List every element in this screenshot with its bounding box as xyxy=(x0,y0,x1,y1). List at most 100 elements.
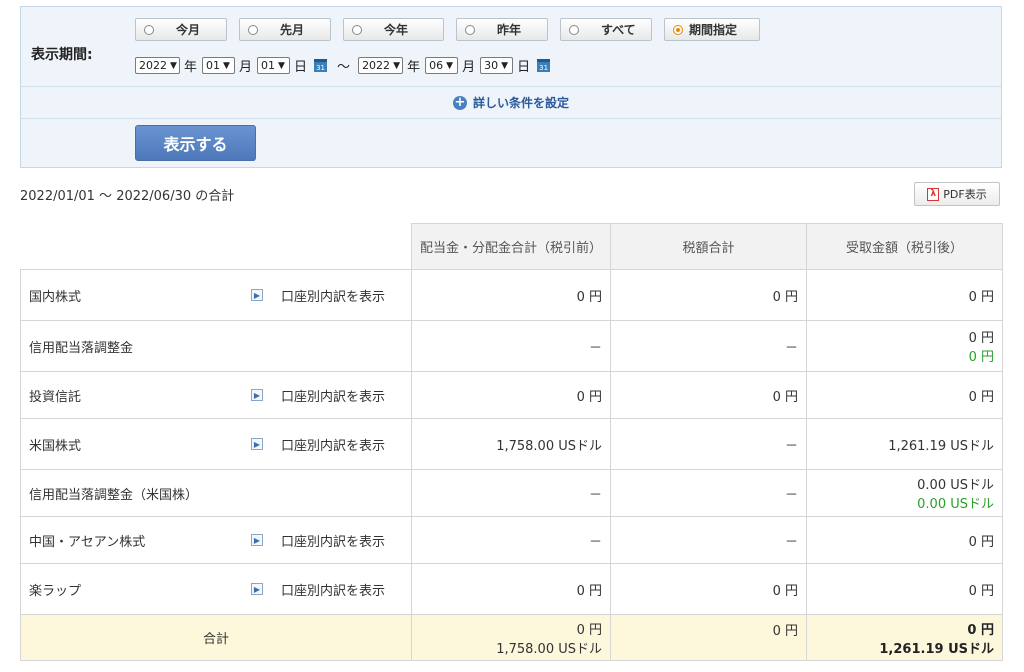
unit-day: 日 xyxy=(517,60,531,75)
table-row: 楽ラップ ▶ 口座別内訳を表示 0 円 0 円 0 円 xyxy=(20,563,1003,615)
expand-icon: ▶ xyxy=(251,289,263,301)
filter-panel: 表示期間: 今月 先月 今年 昨年 すべて 期間指定 2022 ▼ 年 01 ▼ 月… xyxy=(20,6,1002,168)
row-name: 国内株式 xyxy=(29,289,82,305)
from-day-select[interactable]: 01 ▼ xyxy=(257,57,291,74)
radio-label: すべて xyxy=(601,23,636,37)
radio-last-year[interactable]: 昨年 xyxy=(456,18,548,41)
account-breakdown-toggle[interactable]: ▶ 口座別内訳を表示 xyxy=(251,435,403,454)
detail-conditions-label: 詳しい条件を設定 xyxy=(472,96,569,110)
select-value: 01 xyxy=(206,59,221,72)
cell-tax: － xyxy=(610,418,807,470)
from-month-select[interactable]: 01 ▼ xyxy=(202,57,236,74)
cell-received: 0 円 xyxy=(806,516,1003,564)
radio-label: 今月 xyxy=(176,23,201,37)
total-pretax-yen: 0 円 xyxy=(576,622,602,638)
header-tax: 税額合計 xyxy=(610,223,807,270)
account-breakdown-toggle[interactable]: ▶ 口座別内訳を表示 xyxy=(251,531,403,550)
to-day-select[interactable]: 30 ▼ xyxy=(480,57,514,74)
to-year-select[interactable]: 2022 ▼ xyxy=(358,57,404,74)
account-breakdown-toggle[interactable]: ▶ 口座別内訳を表示 xyxy=(251,286,403,305)
calendar-icon[interactable]: 31 xyxy=(537,59,551,72)
radio-all[interactable]: すべて xyxy=(560,18,652,41)
table-row: 信用配当落調整金（米国株） － － 0.00 USドル 0.00 USドル xyxy=(20,469,1003,517)
row-name: 楽ラップ xyxy=(29,583,82,599)
cell-tax: 0 円 xyxy=(610,269,807,321)
radio-checked-icon xyxy=(673,24,683,35)
pdf-button[interactable]: λ PDF表示 xyxy=(914,182,1000,206)
total-pretax: 0 円 1,758.00 USドル xyxy=(411,614,611,661)
from-year-select[interactable]: 2022 ▼ xyxy=(135,57,180,74)
radio-custom-period[interactable]: 期間指定 xyxy=(664,18,760,41)
plus-circle-icon: + xyxy=(452,95,467,110)
received-adjust-value: 0 円 xyxy=(968,350,994,365)
expand-icon: ▶ xyxy=(251,438,263,450)
radio-last-month[interactable]: 先月 xyxy=(239,18,331,41)
toggle-label: 口座別内訳を表示 xyxy=(281,389,386,405)
pdf-icon: λ xyxy=(927,187,940,201)
cell-received: 0 円0 円 xyxy=(806,320,1003,372)
account-breakdown-toggle[interactable]: ▶ 口座別内訳を表示 xyxy=(251,386,403,405)
account-breakdown-toggle[interactable]: ▶ 口座別内訳を表示 xyxy=(251,580,403,599)
period-label: 表示期間: xyxy=(31,47,93,63)
cell-pretax: 1,758.00 USドル xyxy=(411,418,611,470)
radio-circle-icon xyxy=(569,24,579,35)
radio-circle-icon xyxy=(352,24,362,35)
chevron-down-icon: ▼ xyxy=(501,60,509,71)
radio-circle-icon xyxy=(144,24,154,35)
calendar-icon[interactable]: 31 xyxy=(314,59,328,72)
select-value: 2022 xyxy=(139,59,167,72)
table-row: 投資信託 ▶ 口座別内訳を表示 0 円 0 円 0 円 xyxy=(20,371,1003,419)
select-value: 30 xyxy=(484,59,499,72)
cell-received: 0 円 xyxy=(806,563,1003,615)
total-row: 合計 0 円 1,758.00 USドル 0 円 0 円 1,261.19 USドル xyxy=(20,614,1003,661)
total-pretax-usd: 1,758.00 USドル xyxy=(496,641,602,657)
range-tilde: 〜 xyxy=(337,60,351,75)
show-button[interactable]: 表示する xyxy=(135,125,256,161)
chevron-down-icon: ▼ xyxy=(223,60,230,71)
radio-circle-icon xyxy=(465,24,475,35)
date-range-row: 2022 ▼ 年 01 ▼ 月 01 ▼ 日 31 〜 2022 ▼ 年 06 ▼ 月 3… xyxy=(135,56,554,75)
radio-label: 期間指定 xyxy=(689,23,738,37)
table-row: 国内株式 ▶ 口座別内訳を表示 0 円 0 円 0 円 xyxy=(20,269,1003,321)
cell-received: 0 円 xyxy=(806,269,1003,321)
toggle-label: 口座別内訳を表示 xyxy=(281,289,386,305)
radio-label: 今年 xyxy=(384,23,409,37)
total-received: 0 円 1,261.19 USドル xyxy=(806,614,1003,661)
radio-this-year[interactable]: 今年 xyxy=(343,18,444,41)
toggle-label: 口座別内訳を表示 xyxy=(281,438,386,454)
dividend-table: 配当金・分配金合計（税引前） 税額合計 受取金額（税引後） 国内株式 ▶ 口座別内… xyxy=(20,223,1003,661)
header-received: 受取金額（税引後） xyxy=(806,223,1003,270)
pdf-button-label: PDF表示 xyxy=(943,188,987,201)
unit-year: 年 xyxy=(407,60,421,75)
row-name: 投資信託 xyxy=(29,389,82,405)
select-value: 01 xyxy=(261,59,276,72)
cell-pretax: － xyxy=(411,320,611,372)
select-value: 2022 xyxy=(362,59,391,72)
to-month-select[interactable]: 06 ▼ xyxy=(425,57,459,74)
total-received-yen: 0 円 xyxy=(967,622,994,638)
table-header-blank xyxy=(20,223,412,270)
period-radio-group: 今月 先月 今年 昨年 すべて 期間指定 xyxy=(135,18,772,41)
radio-label: 昨年 xyxy=(497,23,522,37)
cell-tax: 0 円 xyxy=(610,563,807,615)
divider xyxy=(21,118,1001,119)
row-name: 米国株式 xyxy=(29,438,82,454)
cell-tax: 0 円 xyxy=(610,371,807,419)
row-name: 中国・アセアン株式 xyxy=(29,534,146,550)
expand-icon: ▶ xyxy=(251,534,263,546)
expand-icon: ▶ xyxy=(251,389,263,401)
expand-icon: ▶ xyxy=(251,583,263,595)
detail-conditions-link[interactable]: + 詳しい条件を設定 xyxy=(21,87,1001,118)
cell-pretax: 0 円 xyxy=(411,269,611,321)
radio-label: 先月 xyxy=(280,23,305,37)
cell-tax: － xyxy=(610,516,807,564)
table-row: 信用配当落調整金 － － 0 円0 円 xyxy=(20,320,1003,372)
cell-pretax: － xyxy=(411,516,611,564)
received-adjust-value: 0.00 USドル xyxy=(917,497,994,512)
select-value: 06 xyxy=(429,59,444,72)
cell-tax: － xyxy=(610,320,807,372)
radio-this-month[interactable]: 今月 xyxy=(135,18,227,41)
cell-pretax: － xyxy=(411,469,611,517)
chevron-down-icon: ▼ xyxy=(393,60,400,71)
toggle-label: 口座別内訳を表示 xyxy=(281,534,386,550)
